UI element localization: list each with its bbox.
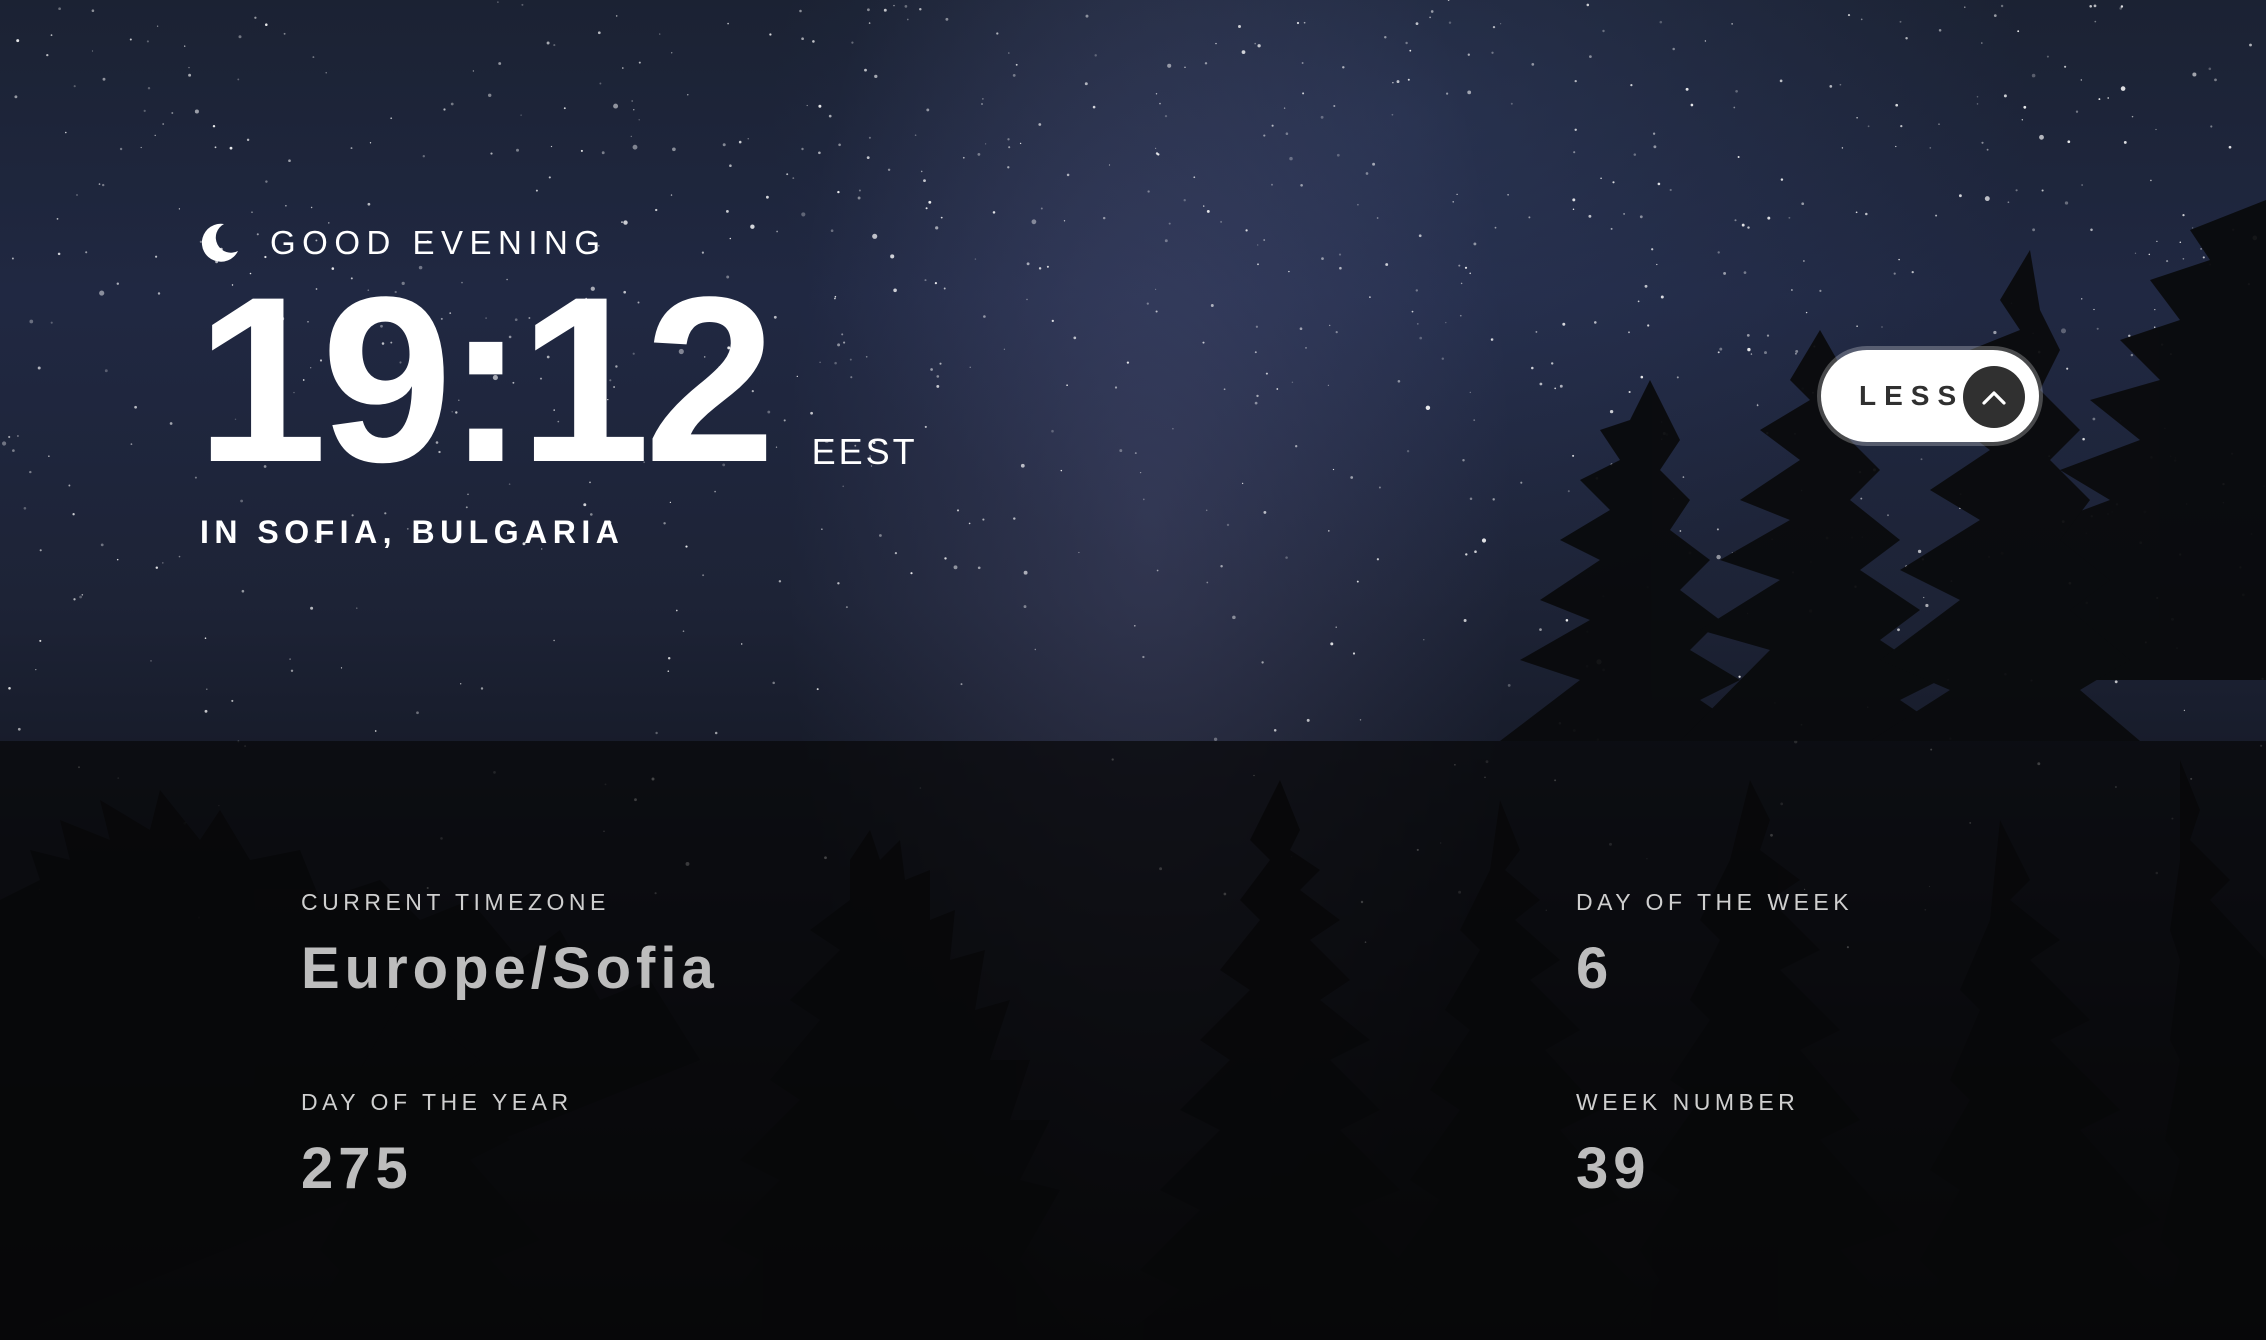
week-number-label: WEEK NUMBER [1576, 1089, 1800, 1115]
details-panel [0, 741, 2266, 1340]
day-of-week-label: DAY OF THE WEEK [1576, 889, 1854, 915]
night-sky-background: GOOD EVENING 19:12 EEST IN SOFIA, BULGAR… [0, 0, 2266, 1340]
week-number-value: 39 [1576, 1136, 1651, 1201]
chevron-up-icon [1963, 366, 2025, 428]
toggle-label: LESS [1859, 380, 1965, 411]
current-timezone-label: CURRENT TIMEZONE [301, 889, 610, 915]
day-of-week-block: DAY OF THE WEEK 6 [1576, 891, 1853, 998]
current-time: 19:12 [196, 248, 776, 512]
current-timezone-block: CURRENT TIMEZONE Europe/Sofia [301, 891, 719, 998]
timezone-abbreviation: EEST [811, 430, 918, 472]
clock: 19:12 EEST [196, 248, 918, 512]
day-of-year-label: DAY OF THE YEAR [301, 1089, 573, 1115]
week-number-block: WEEK NUMBER 39 [1576, 1091, 1799, 1198]
day-of-week-value: 6 [1576, 936, 1614, 1001]
less-toggle-button[interactable]: LESS [1821, 350, 2039, 442]
location-text: IN SOFIA, BULGARIA [200, 514, 625, 550]
day-of-year-value: 275 [301, 1136, 413, 1201]
day-of-year-block: DAY OF THE YEAR 275 [301, 1091, 573, 1198]
current-timezone-value: Europe/Sofia [301, 936, 719, 1001]
